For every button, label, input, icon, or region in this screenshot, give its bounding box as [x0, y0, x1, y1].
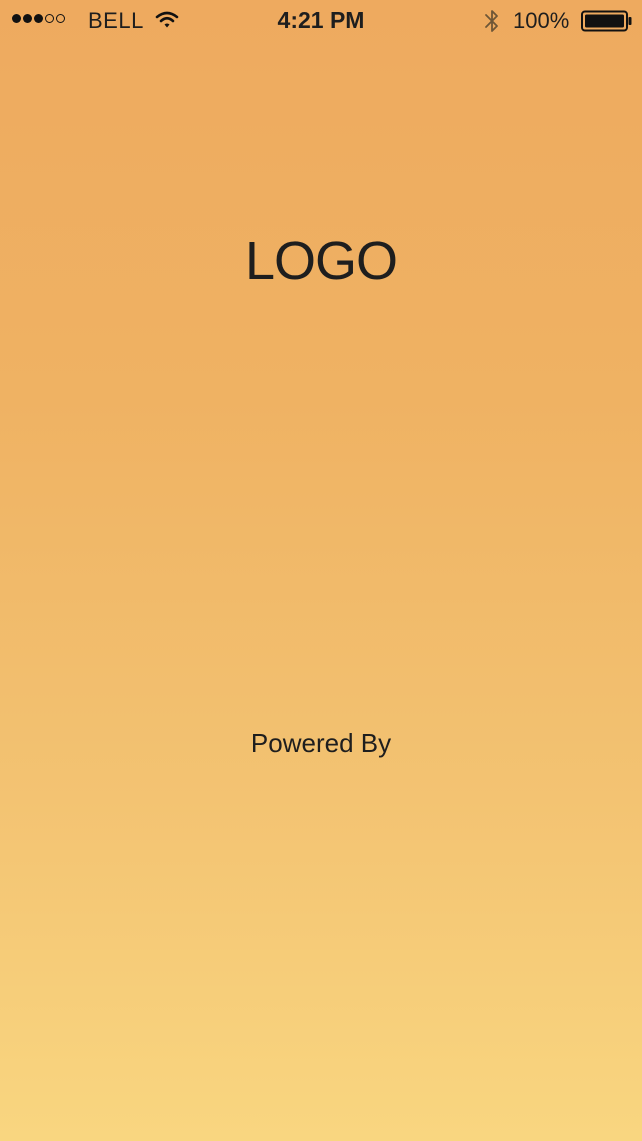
battery-percentage: 100%	[513, 8, 570, 33]
powered-by-label: Powered By	[250, 728, 392, 758]
splash-screen: BELL 4:21 PM 100% LOGO Powered By	[0, 0, 642, 1141]
bluetooth-icon	[485, 10, 498, 32]
status-bar: BELL 4:21 PM 100%	[0, 0, 642, 40]
app-logo: LOGO	[244, 231, 398, 291]
battery-level-fill	[585, 14, 624, 28]
battery-icon	[581, 10, 632, 32]
